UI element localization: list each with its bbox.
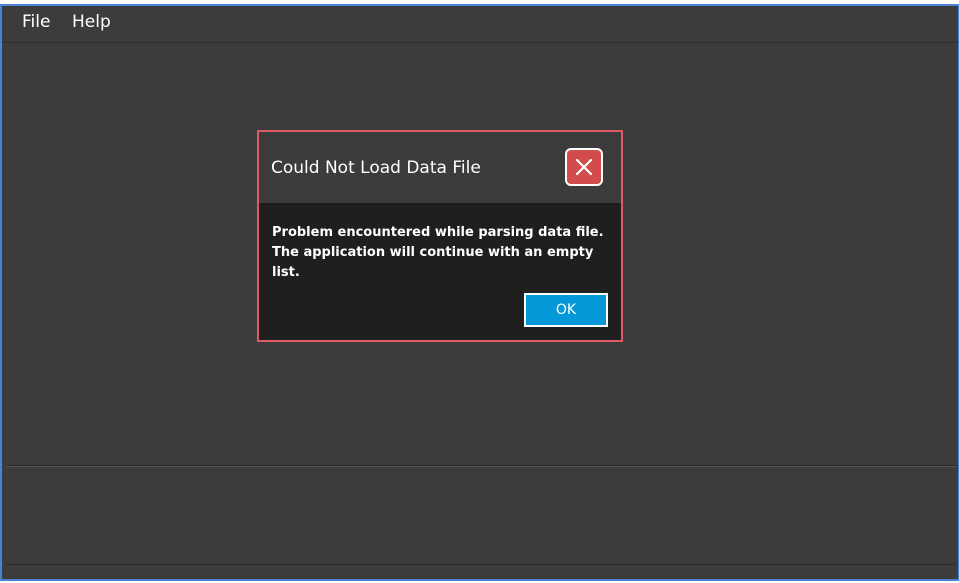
dialog-message: Problem encountered while parsing data f… — [272, 225, 604, 280]
result-display — [6, 467, 956, 563]
status-bar — [6, 565, 956, 578]
dialog-title: Could Not Load Data File — [271, 158, 481, 178]
ok-button[interactable]: OK — [524, 293, 608, 327]
dialog-body: Problem encountered while parsing data f… — [259, 203, 621, 340]
error-dialog: Could Not Load Data File Problem encount… — [257, 130, 623, 342]
menu-bar: File Help — [2, 6, 958, 43]
error-close-icon — [565, 148, 603, 186]
menu-help[interactable]: Help — [72, 12, 111, 32]
dialog-header: Could Not Load Data File — [259, 132, 621, 203]
menu-file[interactable]: File — [22, 12, 50, 32]
